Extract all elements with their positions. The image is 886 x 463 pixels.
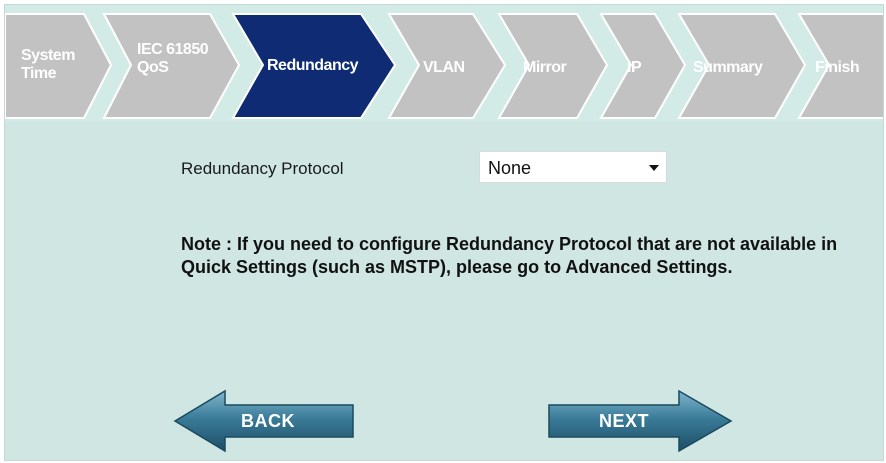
wizard-step-system-time-label: System Time <box>21 47 75 82</box>
redundancy-settings-panel: Redundancy Protocol None Note : If you n… <box>5 121 883 460</box>
advanced-settings-note: Note : If you need to configure Redundan… <box>181 234 838 277</box>
redundancy-protocol-label: Redundancy Protocol <box>181 159 344 178</box>
redundancy-protocol-select[interactable]: None <box>479 151 667 183</box>
wizard-step-ip-label: IP <box>627 59 642 76</box>
wizard-step-iec-61850-qos-label: IEC 61850 QoS <box>137 41 209 76</box>
next-button-label: NEXT <box>599 411 650 431</box>
wizard-step-vlan-label: VLAN <box>423 59 465 76</box>
wizard-step-finish-label: Finish <box>815 59 860 76</box>
dropdown-arrow-icon <box>649 165 659 171</box>
wizard-step-summary-label: Summary <box>693 59 763 76</box>
wizard-step-redundancy-label: Redundancy <box>267 57 359 74</box>
back-button-label: BACK <box>241 411 295 431</box>
wizard-step-ip[interactable] <box>599 13 687 119</box>
next-button[interactable]: NEXT <box>547 389 733 453</box>
back-button[interactable]: BACK <box>173 389 355 453</box>
wizard-window: System Time IEC 61850 QoS Redundancy VLA… <box>4 4 884 461</box>
wizard-step-mirror-label: Mirror <box>523 59 567 76</box>
wizard-step-bar: System Time IEC 61850 QoS Redundancy VLA… <box>5 5 883 121</box>
redundancy-protocol-selected-value: None <box>488 158 532 178</box>
